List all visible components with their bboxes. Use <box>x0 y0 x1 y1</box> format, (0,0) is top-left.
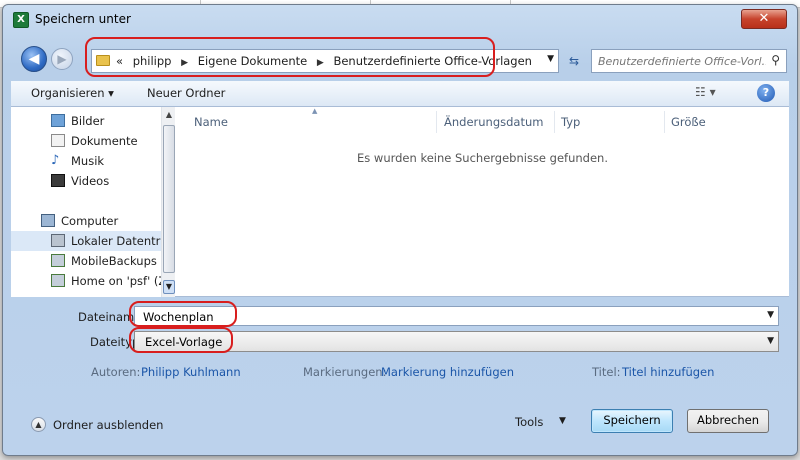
sidebar-item-label: Lokaler Datenträger <box>71 234 161 248</box>
new-folder-button[interactable]: Neuer Ordner <box>147 86 225 100</box>
scroll-up-icon[interactable]: ▲ <box>163 108 175 122</box>
chevron-down-icon: ▼ <box>559 416 566 426</box>
tags-label: Markierungen: <box>303 365 387 379</box>
content-area: Bilder Dokumente ♪ Musik Videos Computer… <box>11 107 789 297</box>
sidebar-item-computer[interactable]: Computer <box>11 211 161 231</box>
breadcrumb-item-philipp[interactable]: philipp <box>133 54 172 68</box>
sidebar-item-mobilebackups[interactable]: MobileBackups c <box>11 251 161 271</box>
filetype-select[interactable]: Excel-Vorlage ▼ <box>134 331 779 352</box>
breadcrumb-separator-icon[interactable]: ▶ <box>181 58 188 68</box>
file-list: ▲ Name Änderungsdatum Typ Größe Es wurde… <box>176 107 789 297</box>
authors-value[interactable]: Philipp Kuhlmann <box>141 365 241 379</box>
sidebar-item-dokumente[interactable]: Dokumente <box>11 131 161 151</box>
sidebar-item-lokaler-datentraeger[interactable]: Lokaler Datenträger <box>11 231 161 251</box>
column-header-date[interactable]: Änderungsdatum <box>444 115 543 129</box>
filetype-dropdown-icon[interactable]: ▼ <box>767 336 774 346</box>
column-divider[interactable] <box>554 111 555 133</box>
sidebar-item-label: MobileBackups c <box>71 254 161 268</box>
videos-icon <box>51 174 65 187</box>
breadcrumb-separator-icon[interactable]: ▶ <box>317 58 324 68</box>
music-icon: ♪ <box>51 153 60 168</box>
close-button[interactable]: ✕ <box>741 9 787 29</box>
sort-ascending-icon: ▲ <box>312 107 318 115</box>
save-as-dialog: X Speichern unter ✕ ◀ ▶ « philipp ▶ Eige… <box>2 4 798 456</box>
breadcrumb: « philipp ▶ Eigene Dokumente ▶ Benutzerd… <box>116 54 538 68</box>
excel-icon: X <box>13 12 29 28</box>
network-drive-icon <box>51 274 65 287</box>
pictures-icon <box>51 114 65 127</box>
title-bar: X Speichern unter ✕ <box>3 5 797 33</box>
hide-folders-label: Ordner ausblenden <box>53 418 164 432</box>
sidebar-item-label: Videos <box>71 174 110 188</box>
back-button[interactable]: ◀ <box>21 46 47 72</box>
empty-results-message: Es wurden keine Suchergebnisse gefunden. <box>357 151 608 165</box>
column-header-size[interactable]: Größe <box>671 115 706 129</box>
sidebar-scrollbar[interactable]: ▲ ▼ <box>161 107 175 297</box>
sidebar-item-videos[interactable]: Videos <box>11 171 161 191</box>
save-button[interactable]: Speichern <box>591 409 673 433</box>
local-disk-icon <box>51 234 65 247</box>
breadcrumb-overflow[interactable]: « <box>116 54 123 68</box>
refresh-icon: ⇆ <box>568 54 580 68</box>
refresh-button[interactable]: ⇆ <box>565 51 583 71</box>
filename-input[interactable] <box>143 309 722 324</box>
sidebar-item-home-psf[interactable]: Home on 'psf' (Z <box>11 271 161 291</box>
dialog-footer: ▲ Ordner ausblenden Tools ▼ Speichern Ab… <box>3 397 797 455</box>
address-bar[interactable]: « philipp ▶ Eigene Dokumente ▶ Benutzerd… <box>91 49 559 73</box>
authors-label: Autoren: <box>91 365 141 379</box>
view-options-button[interactable]: ☷ ▾ <box>695 85 716 99</box>
column-divider[interactable] <box>664 111 665 133</box>
forward-button[interactable]: ▶ <box>51 48 73 70</box>
navigation-row: ◀ ▶ « philipp ▶ Eigene Dokumente ▶ Benut… <box>3 39 797 79</box>
title-label: Titel: <box>592 365 621 379</box>
column-divider[interactable] <box>436 111 437 133</box>
search-input[interactable] <box>598 53 766 69</box>
help-button[interactable]: ? <box>757 84 775 102</box>
scroll-thumb[interactable] <box>163 125 175 273</box>
folder-icon <box>96 55 110 66</box>
column-header-name[interactable]: Name <box>194 115 228 129</box>
cancel-button[interactable]: Abbrechen <box>687 409 769 433</box>
add-tag-link[interactable]: Markierung hinzufügen <box>381 365 514 379</box>
sidebar-item-label: Computer <box>61 214 119 228</box>
network-drive-icon <box>51 254 65 267</box>
filetype-value: Excel-Vorlage <box>145 335 223 349</box>
sidebar-item-label: Home on 'psf' (Z <box>71 274 161 288</box>
window-title: Speichern unter <box>35 12 131 26</box>
search-box[interactable]: ⚲ <box>591 49 787 73</box>
search-icon[interactable]: ⚲ <box>771 53 780 67</box>
navigation-pane: Bilder Dokumente ♪ Musik Videos Computer… <box>11 107 175 297</box>
sidebar-item-bilder[interactable]: Bilder <box>11 111 161 131</box>
filename-dropdown-icon[interactable]: ▼ <box>767 310 774 320</box>
sidebar-item-label: Musik <box>71 154 105 168</box>
add-title-link[interactable]: Titel hinzufügen <box>622 365 714 379</box>
tools-menu-button[interactable]: Tools ▼ <box>515 415 566 429</box>
computer-icon <box>41 214 55 227</box>
command-bar: Organisieren ▾ Neuer Ordner ☷ ▾ ? <box>11 81 789 107</box>
sidebar-item-label: Bilder <box>71 114 105 128</box>
scroll-down-icon[interactable]: ▼ <box>163 280 175 294</box>
filename-field[interactable]: ▼ <box>134 306 779 326</box>
organize-button[interactable]: Organisieren ▾ <box>31 86 114 100</box>
column-header-type[interactable]: Typ <box>561 115 580 129</box>
tools-label: Tools <box>515 415 544 429</box>
chevron-up-icon: ▲ <box>31 417 46 432</box>
arrow-left-icon: ◀ <box>28 51 40 67</box>
breadcrumb-item-eigene-dokumente[interactable]: Eigene Dokumente <box>198 54 308 68</box>
documents-icon <box>51 134 65 147</box>
breadcrumb-item-office-vorlagen[interactable]: Benutzerdefinierte Office-Vorlagen <box>333 54 532 68</box>
sidebar-item-musik[interactable]: ♪ Musik <box>11 151 161 171</box>
sidebar-item-label: Dokumente <box>71 134 138 148</box>
address-dropdown-icon[interactable]: ▼ <box>547 54 554 64</box>
arrow-right-icon: ▶ <box>57 52 67 66</box>
